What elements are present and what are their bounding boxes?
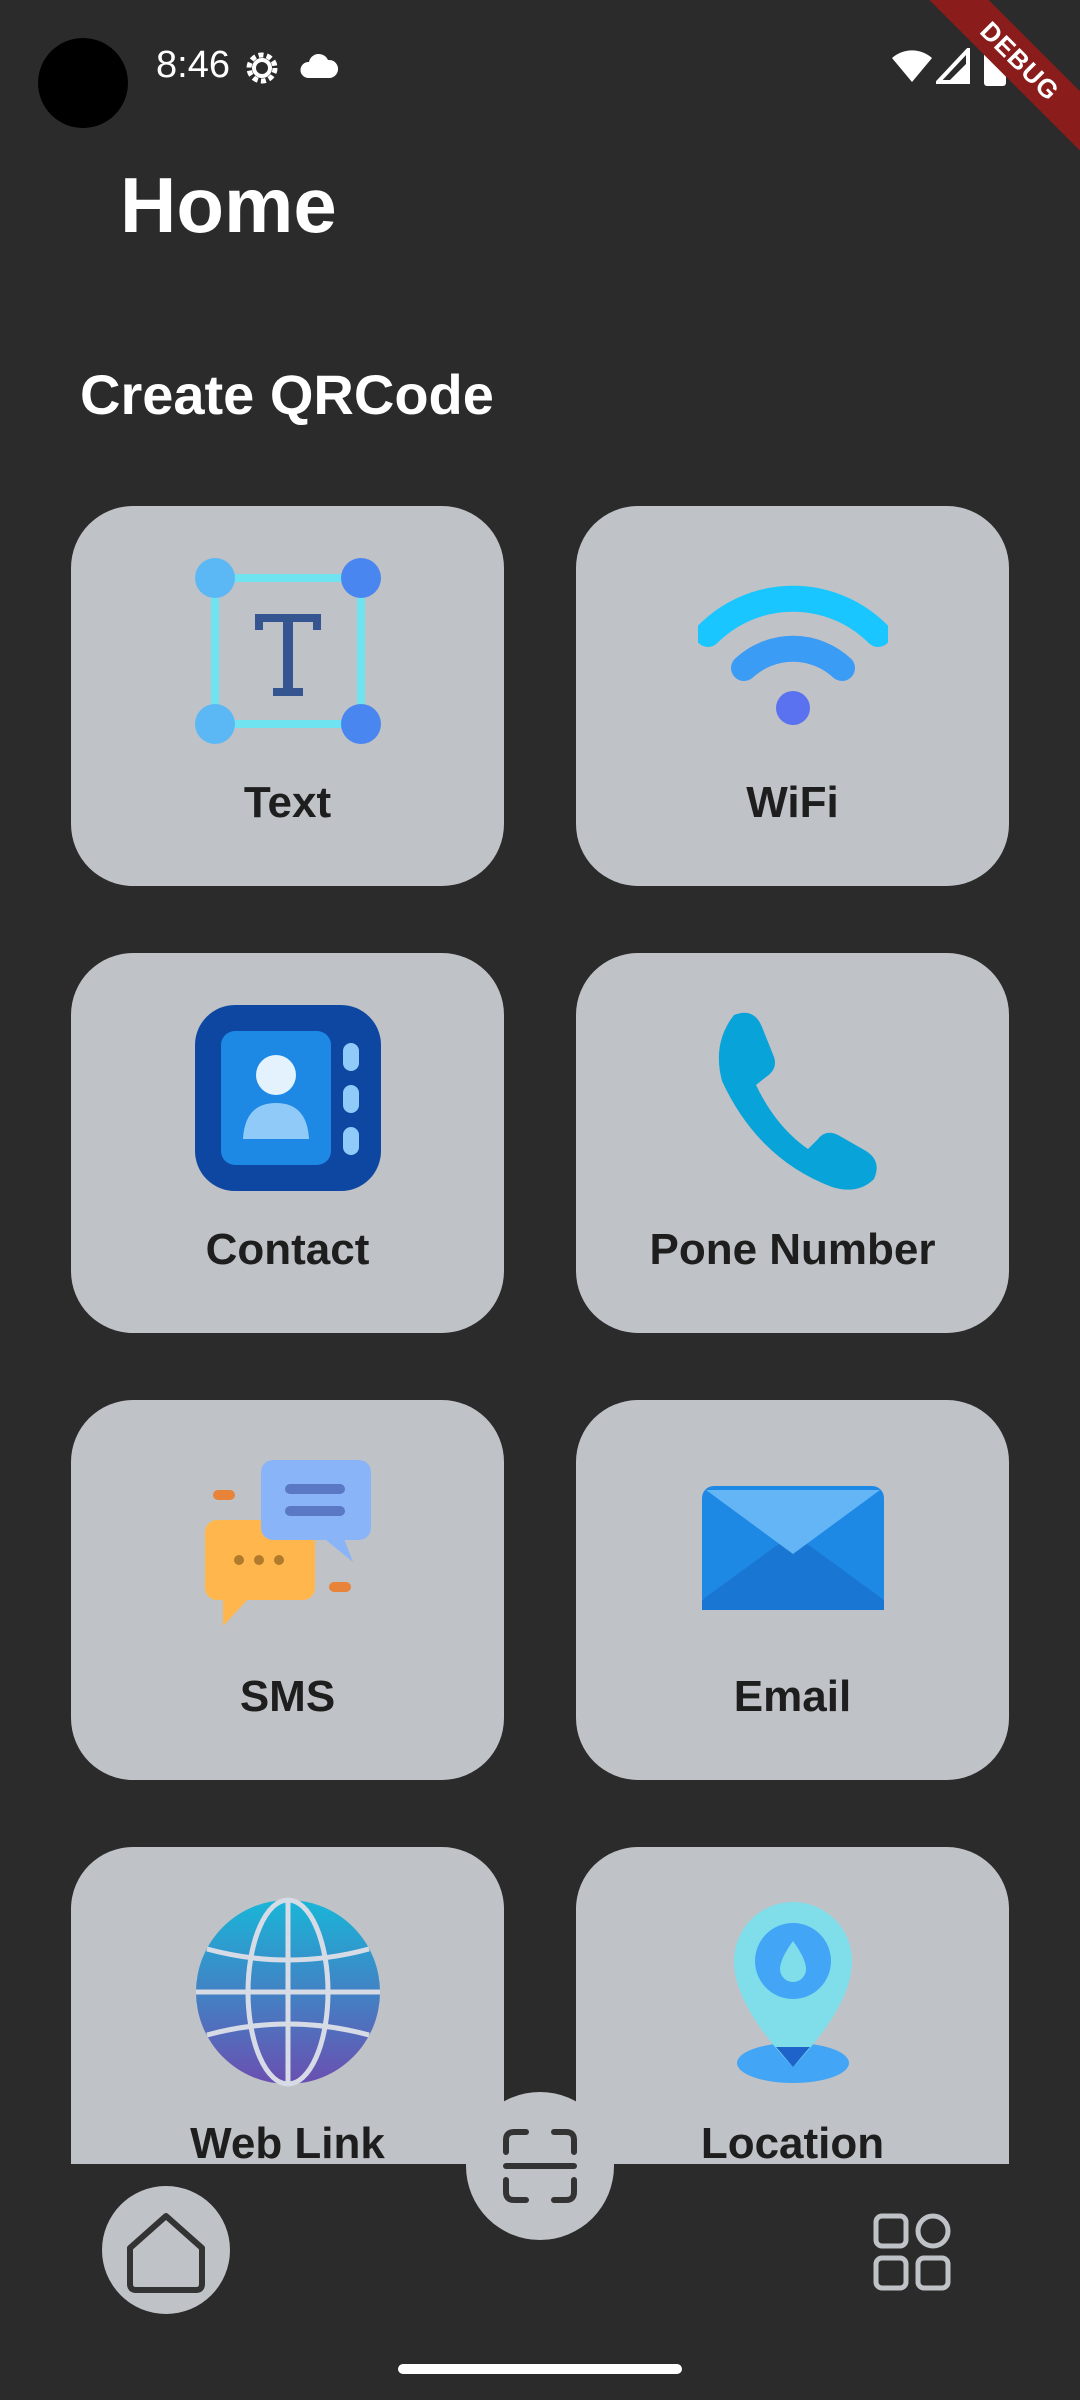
camera-cutout	[38, 38, 128, 128]
cloud-icon	[300, 53, 338, 78]
card-label: SMS	[239, 1672, 336, 1721]
section-title: Create QRCode	[80, 363, 494, 426]
gesture-bar	[398, 2364, 682, 2374]
envelope-icon	[701, 1486, 884, 1610]
card-sms[interactable]: SMS	[71, 1400, 504, 1780]
text-box-icon	[194, 558, 381, 744]
settings-gear-icon	[246, 52, 278, 84]
menu-button[interactable]	[872, 2212, 952, 2292]
card-label: Email	[733, 1672, 852, 1721]
card-phone[interactable]: Pone Number	[576, 953, 1009, 1333]
card-label: Pone Number	[649, 1225, 936, 1274]
card-label: Text	[243, 778, 332, 827]
home-button[interactable]	[102, 2186, 230, 2314]
phone-icon	[718, 1012, 877, 1190]
signal-icon	[936, 48, 970, 84]
contact-book-icon	[194, 1005, 381, 1191]
qr-type-grid: Text WiFi Contact Pone Number SMS Email …	[71, 506, 1009, 2164]
page-title: Home	[120, 161, 337, 249]
card-text[interactable]: Text	[71, 506, 504, 886]
card-label: Contact	[205, 1225, 370, 1274]
chat-bubbles-icon	[204, 1460, 371, 1626]
scan-icon	[503, 2129, 577, 2203]
card-label: WiFi	[746, 778, 839, 827]
card-contact[interactable]: Contact	[71, 953, 504, 1333]
card-label: Web Link	[190, 2119, 385, 2164]
card-wifi[interactable]: WiFi	[576, 506, 1009, 886]
grid-menu-icon	[873, 2213, 951, 2291]
wifi-status-icon	[892, 50, 932, 82]
card-label: Location	[700, 2119, 885, 2164]
location-pin-icon	[733, 1902, 852, 2083]
status-bar: 8:46	[0, 0, 1080, 140]
card-email[interactable]: Email	[576, 1400, 1009, 1780]
globe-icon	[195, 1897, 380, 2087]
card-web-link[interactable]: Web Link	[71, 1847, 504, 2164]
home-icon	[127, 2213, 205, 2293]
scan-button[interactable]	[466, 2092, 614, 2240]
status-time: 8:46	[156, 44, 230, 86]
card-location[interactable]: Location	[576, 1847, 1009, 2164]
wifi-icon	[697, 585, 888, 725]
